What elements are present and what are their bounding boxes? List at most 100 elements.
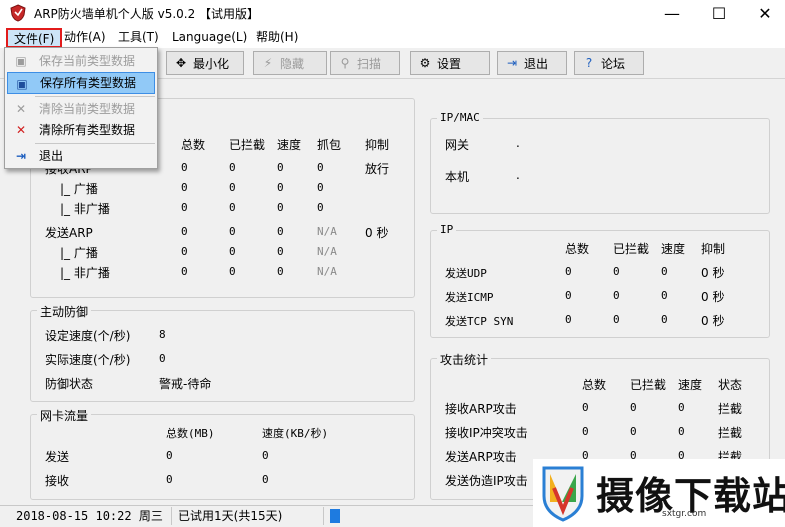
status-datetime: 2018-08-15 10:22 周三	[10, 507, 172, 525]
defense-state-value: 警戒-待命	[159, 377, 212, 391]
attack-header-status: 状态	[718, 378, 743, 392]
arp-cell: 0 秒	[365, 226, 389, 240]
attack-header-blocked: 已拦截	[630, 378, 667, 392]
arp-cell: 0	[277, 245, 284, 258]
magnifier-icon: ⚲	[340, 56, 350, 70]
local-value: .	[516, 168, 520, 182]
maximize-window-button[interactable]: ☐	[696, 0, 742, 26]
arp-row-label: |_ 非广播	[60, 266, 110, 280]
attack-cell: 0	[582, 425, 589, 438]
close-window-button[interactable]: ✕	[742, 0, 785, 26]
watermark-logo-icon	[542, 466, 584, 522]
nic-traffic-group: 网卡流量	[30, 407, 415, 500]
arp-cell: 0	[181, 265, 188, 278]
actual-speed-value: 0	[159, 352, 166, 365]
ip-row-label: 发送UDP	[445, 267, 487, 280]
arp-cell: 0	[277, 161, 284, 174]
minimize-button[interactable]: ✥ 最小化	[166, 51, 244, 75]
ip-header-suppress: 抑制	[701, 242, 726, 256]
arp-row-label: 发送ARP	[45, 226, 93, 240]
nic-row-label: 发送	[45, 450, 70, 464]
arp-cell: 放行	[365, 162, 390, 176]
arp-cell: 0	[181, 201, 188, 214]
arp-cell: 0	[317, 181, 324, 194]
delete-icon: ✕	[15, 123, 27, 137]
scan-button-label: 扫描	[357, 56, 382, 71]
hide-button-label: 隐藏	[280, 56, 305, 71]
active-defense-title: 主动防御	[37, 303, 92, 320]
arp-cell: 0	[229, 245, 236, 258]
defense-state-label: 防御状态	[45, 377, 94, 391]
file-menu-dropdown: ▣ 保存当前类型数据 ▣ 保存所有类型数据 ✕ 清除当前类型数据 ✕ 清除所有类…	[4, 47, 158, 169]
forum-button-label: 论坛	[601, 56, 626, 71]
exit-button[interactable]: ⇥ 退出	[497, 51, 567, 75]
exit-button-label: 退出	[524, 56, 549, 71]
exit-menu-item[interactable]: ⇥ 退出	[7, 145, 155, 167]
clear-current-type-data[interactable]: ✕ 清除当前类型数据	[7, 98, 155, 120]
shield-icon	[10, 4, 26, 22]
menu-help[interactable]: 帮助(H)	[250, 28, 304, 48]
delete-icon: ✕	[15, 102, 27, 116]
ip-cell: 0	[613, 289, 620, 302]
hide-button[interactable]: ⚡ 隐藏	[253, 51, 327, 75]
attack-cell: 0	[630, 425, 637, 438]
arp-cell: 0	[229, 225, 236, 238]
help-icon: ?	[585, 56, 593, 70]
menu-file[interactable]: 文件(F)	[6, 28, 63, 48]
set-speed-label: 设定速度(个/秒)	[45, 329, 131, 343]
gateway-label: 网关	[445, 138, 470, 152]
ip-cell: 0	[661, 313, 668, 326]
menu-action[interactable]: 动作(A)	[58, 28, 112, 48]
status-trial: 已试用1天(共15天)	[172, 507, 324, 525]
window-title: ARP防火墙单机个人版 v5.0.2 【试用版】	[34, 7, 260, 21]
watermark-url: sxtgr.com	[662, 509, 707, 519]
arp-cell: 0	[277, 265, 284, 278]
arp-header-total: 总数	[181, 138, 206, 152]
attack-row-label: 发送ARP攻击	[445, 450, 517, 464]
minimize-button-label: 最小化	[193, 56, 230, 71]
nic-header-speed: 速度(KB/秒)	[262, 427, 329, 440]
menu-separator	[35, 143, 155, 144]
ip-row-label: 发送ICMP	[445, 291, 494, 304]
attack-cell: 拦截	[718, 402, 743, 416]
ip-row-label: 发送TCP SYN	[445, 315, 514, 328]
arp-cell: 0	[317, 201, 324, 214]
ip-cell: 0 秒	[701, 314, 725, 328]
save-current-type-data[interactable]: ▣ 保存当前类型数据	[7, 50, 155, 72]
menu-tools[interactable]: 工具(T)	[112, 28, 165, 48]
ip-cell: 0	[565, 265, 572, 278]
menu-item-label: 保存当前类型数据	[39, 54, 136, 68]
actual-speed-label: 实际速度(个/秒)	[45, 353, 131, 367]
attack-row-label: 接收ARP攻击	[445, 402, 517, 416]
settings-button[interactable]: ⚙ 设置	[410, 51, 490, 75]
nic-cell: 0	[262, 473, 269, 486]
ip-header-blocked: 已拦截	[613, 242, 650, 256]
ip-cell: 0	[661, 289, 668, 302]
save-icon: ▣	[16, 77, 28, 91]
ip-cell: 0	[565, 313, 572, 326]
arp-cell: 0	[229, 161, 236, 174]
arp-cell: 0	[181, 225, 188, 238]
exit-icon: ⇥	[506, 56, 518, 70]
save-all-type-data[interactable]: ▣ 保存所有类型数据	[7, 72, 155, 94]
menu-language[interactable]: Language(L)	[166, 28, 253, 48]
arp-cell: 0	[181, 181, 188, 194]
arp-row-label: |_ 广播	[60, 246, 98, 260]
arp-cell: 0	[229, 265, 236, 278]
nic-row-label: 接收	[45, 474, 70, 488]
ipmac-group: IP/MAC	[430, 111, 770, 214]
arp-cell: 0	[181, 245, 188, 258]
menu-item-label: 清除当前类型数据	[39, 102, 136, 116]
ip-header-speed: 速度	[661, 242, 686, 256]
attack-stats-title: 攻击统计	[437, 351, 492, 368]
minimize-window-button[interactable]: —	[649, 0, 695, 26]
scan-button[interactable]: ⚲ 扫描	[330, 51, 400, 75]
menu-item-label: 清除所有类型数据	[39, 123, 136, 137]
arp-cell: 0	[277, 201, 284, 214]
arp-cell: N/A	[317, 245, 337, 258]
clear-all-type-data[interactable]: ✕ 清除所有类型数据	[7, 119, 155, 141]
forum-button[interactable]: ? 论坛	[574, 51, 644, 75]
menu-item-label: 退出	[39, 149, 64, 163]
nic-header-total: 总数(MB)	[166, 427, 215, 440]
menu-separator	[35, 96, 155, 97]
